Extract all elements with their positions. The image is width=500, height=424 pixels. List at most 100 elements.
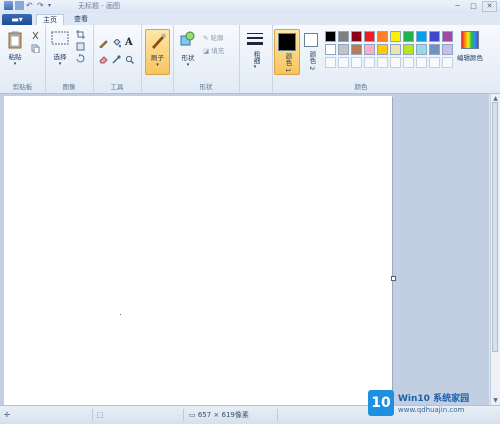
scroll-up-icon[interactable]: ▲ xyxy=(492,95,499,102)
selection-icon: ⬚ xyxy=(97,411,104,419)
palette-swatch[interactable] xyxy=(338,31,349,42)
outline-icon: ✎ xyxy=(203,34,211,42)
brushes-group: 刷子 ▾ xyxy=(141,25,174,93)
palette-swatch[interactable] xyxy=(351,44,362,55)
select-button[interactable]: 选择 ▾ xyxy=(49,31,71,67)
image-size: ▭ 657 × 619像素 xyxy=(185,409,278,421)
palette-swatch[interactable] xyxy=(390,31,401,42)
cut-icon[interactable] xyxy=(31,31,40,40)
palette-swatch[interactable] xyxy=(442,31,453,42)
clipboard-group: 粘贴 ▾ 剪贴板 xyxy=(0,25,46,93)
color1-label: 颜色 1 xyxy=(284,53,292,73)
text-tool-icon[interactable]: A xyxy=(125,37,135,48)
palette-swatch[interactable] xyxy=(325,44,336,55)
palette-empty-swatch[interactable] xyxy=(429,57,440,68)
color2-swatch xyxy=(304,33,318,47)
edit-colors-label: 编辑颜色 xyxy=(457,54,483,62)
palette-swatch[interactable] xyxy=(429,44,440,55)
brushes-button[interactable]: 刷子 ▾ xyxy=(145,29,170,75)
watermark-logo: 10 xyxy=(368,390,394,416)
palette-swatch[interactable] xyxy=(364,31,375,42)
image-group: 选择 ▾ 图像 xyxy=(45,25,94,93)
colors-group: 颜色 1 颜色 2 编辑颜色 颜色 xyxy=(272,25,500,93)
palette-swatch[interactable] xyxy=(403,31,414,42)
shapes-icon xyxy=(180,31,195,46)
close-button[interactable]: ✕ xyxy=(482,1,497,12)
clipboard-icon xyxy=(8,31,22,49)
paste-label: 粘贴 xyxy=(8,53,22,61)
ribbon-tab-bar: ▬▾ 主页 查看 xyxy=(0,13,500,26)
palette-swatch[interactable] xyxy=(416,44,427,55)
resize-icon[interactable] xyxy=(76,42,85,51)
title-bar: ↶ ↷ ▾ 无标题 - 画图 ─ □ ✕ xyxy=(0,0,500,14)
shapes-group-label: 形状 xyxy=(199,83,213,91)
line-width-icon xyxy=(247,33,263,45)
paste-button[interactable]: 粘贴 ▾ xyxy=(4,31,26,67)
palette-empty-swatch[interactable] xyxy=(403,57,414,68)
image-size-icon: ▭ xyxy=(189,411,198,419)
window-title: 无标题 - 画图 xyxy=(78,2,120,10)
brushes-label: 刷子 xyxy=(151,54,164,62)
size-group: 粗细 ▾ xyxy=(239,25,273,93)
size-button[interactable]: 粗细 ▾ xyxy=(244,32,266,70)
magnifier-icon[interactable] xyxy=(125,55,134,64)
fill-bucket-icon[interactable] xyxy=(112,39,121,48)
palette-swatch[interactable] xyxy=(338,44,349,55)
palette-empty-swatch[interactable] xyxy=(442,57,453,68)
canvas-dot xyxy=(120,314,121,315)
vertical-scrollbar[interactable]: ▲ ▼ xyxy=(490,94,500,405)
palette-empty-swatch[interactable] xyxy=(325,57,336,68)
palette-swatch[interactable] xyxy=(325,31,336,42)
eraser-icon[interactable] xyxy=(99,55,108,64)
palette-swatch[interactable] xyxy=(429,31,440,42)
clipboard-group-label: 剪贴板 xyxy=(12,83,33,91)
cursor-position: ✛ xyxy=(0,409,93,421)
brush-icon xyxy=(151,33,166,49)
select-rectangle-icon xyxy=(51,31,69,45)
minimize-button[interactable]: ─ xyxy=(450,1,465,12)
rotate-icon[interactable] xyxy=(76,54,85,63)
fill-button[interactable]: ◪ 填充 xyxy=(203,45,239,55)
shapes-button[interactable]: 形状 ▾ xyxy=(177,31,199,68)
watermark-url: www.qdhuajin.com xyxy=(398,406,465,414)
palette-swatch[interactable] xyxy=(364,44,375,55)
color-picker-icon[interactable] xyxy=(112,55,121,64)
outline-button[interactable]: ✎ 轮廓 xyxy=(203,32,239,42)
palette-empty-swatch[interactable] xyxy=(390,57,401,68)
fill-label: 填充 xyxy=(211,47,225,55)
palette-swatch[interactable] xyxy=(442,44,453,55)
palette-swatch[interactable] xyxy=(351,31,362,42)
palette-swatch[interactable] xyxy=(377,31,388,42)
drawing-canvas[interactable] xyxy=(4,96,392,406)
color2-button[interactable]: 颜色 2 xyxy=(300,30,322,70)
palette-swatch[interactable] xyxy=(403,44,414,55)
size-label: 粗细 xyxy=(252,51,260,64)
watermark-brand: Win10 系统家园 xyxy=(398,394,470,404)
palette-empty-swatch[interactable] xyxy=(338,57,349,68)
scroll-thumb[interactable] xyxy=(492,102,498,352)
edit-colors-button[interactable]: 编辑颜色 xyxy=(453,31,487,62)
color1-button[interactable]: 颜色 1 xyxy=(274,29,300,75)
pencil-icon[interactable] xyxy=(99,39,108,48)
copy-icon[interactable] xyxy=(31,44,40,53)
canvas-resize-handle[interactable] xyxy=(391,276,396,281)
ribbon: 粘贴 ▾ 剪贴板 选择 ▾ 图像 A 工具 刷子 ▾ 形状 ▾ ✎ 轮廓 ◪ 填… xyxy=(0,25,500,94)
palette-swatch[interactable] xyxy=(377,44,388,55)
palette-swatch[interactable] xyxy=(416,31,427,42)
crop-icon[interactable] xyxy=(76,30,85,39)
palette-empty-swatch[interactable] xyxy=(351,57,362,68)
colors-group-label: 颜色 xyxy=(354,83,368,91)
selection-size: ⬚ xyxy=(93,409,184,421)
palette-empty-swatch[interactable] xyxy=(377,57,388,68)
tools-group: A 工具 xyxy=(93,25,142,93)
tools-group-label: 工具 xyxy=(110,83,124,91)
palette-swatch[interactable] xyxy=(390,44,401,55)
tab-view[interactable]: 查看 xyxy=(68,14,94,25)
select-label: 选择 xyxy=(53,53,67,61)
watermark: 10 Win10 系统家园 www.qdhuajin.com xyxy=(366,389,496,419)
crosshair-icon: ✛ xyxy=(4,411,10,419)
palette-empty-swatch[interactable] xyxy=(364,57,375,68)
file-menu-button[interactable]: ▬▾ xyxy=(2,14,32,25)
palette-empty-swatch[interactable] xyxy=(416,57,427,68)
maximize-button[interactable]: □ xyxy=(466,1,481,12)
